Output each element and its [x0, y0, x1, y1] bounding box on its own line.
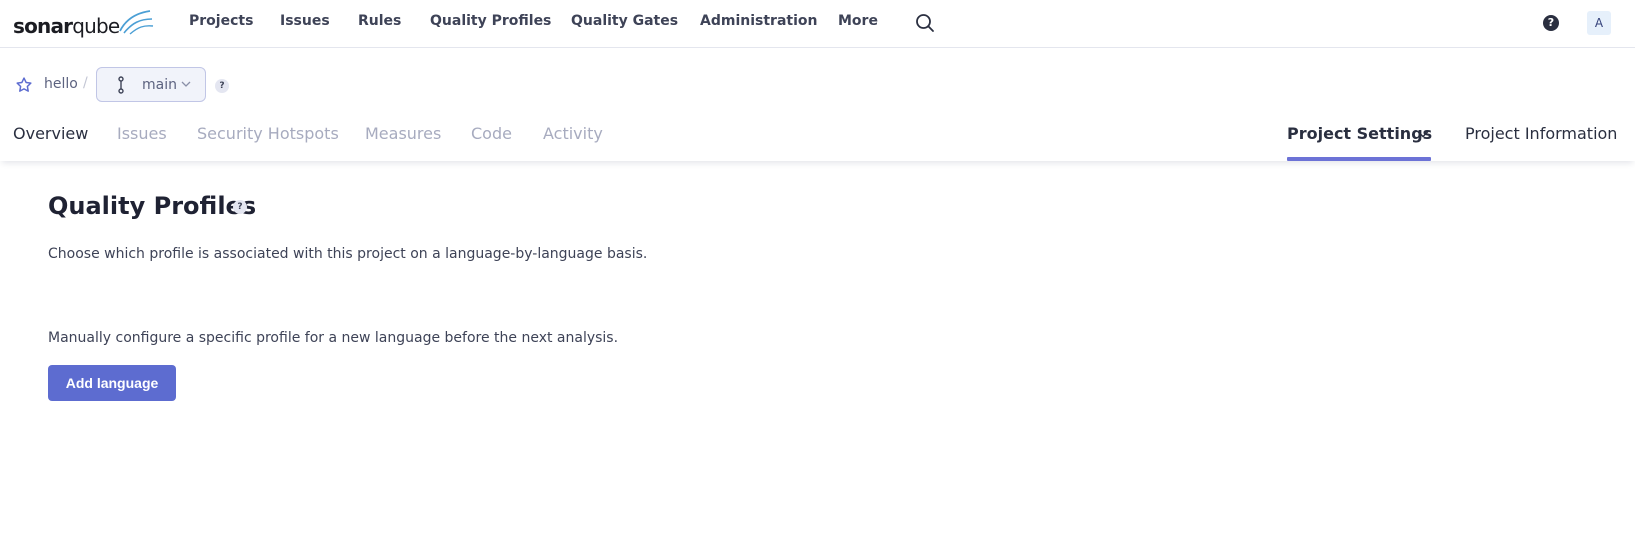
- nav-more[interactable]: More: [838, 13, 878, 29]
- branch-icon: [118, 76, 124, 94]
- tab-issues[interactable]: Issues: [117, 124, 167, 143]
- tab-code[interactable]: Code: [471, 124, 512, 143]
- page-description: Choose which profile is associated with …: [48, 246, 648, 262]
- add-language-button[interactable]: Add language: [48, 365, 176, 401]
- logo-waves-icon: [119, 10, 154, 35]
- help-icon[interactable]: ?: [1543, 15, 1559, 31]
- project-header: hello / main ? Overview Issues Security …: [0, 48, 1635, 161]
- tab-measures[interactable]: Measures: [365, 124, 441, 143]
- branch-name: main: [142, 77, 177, 93]
- global-navbar: sonarqube Projects Issues Rules Quality …: [0, 0, 1635, 48]
- chevron-down-icon: [1417, 131, 1429, 138]
- breadcrumb-separator: /: [83, 75, 88, 91]
- tab-activity[interactable]: Activity: [543, 124, 603, 143]
- title-help-icon[interactable]: ?: [233, 200, 247, 214]
- page-title: Quality Profiles: [48, 192, 257, 220]
- tab-security-hotspots[interactable]: Security Hotspots: [197, 124, 339, 143]
- nav-projects[interactable]: Projects: [189, 13, 253, 29]
- nav-rules[interactable]: Rules: [358, 13, 401, 29]
- branch-help-icon[interactable]: ?: [215, 79, 229, 93]
- active-tab-indicator: [1287, 157, 1431, 161]
- user-avatar[interactable]: A: [1587, 11, 1611, 35]
- breadcrumb-project[interactable]: hello: [44, 76, 78, 92]
- nav-quality-profiles[interactable]: Quality Profiles: [430, 13, 551, 29]
- sonarqube-logo[interactable]: sonarqube: [13, 5, 154, 38]
- search-icon[interactable]: [915, 13, 935, 33]
- tab-project-settings[interactable]: Project Settings: [1287, 124, 1432, 143]
- logo-wordmark: sonarqube: [13, 14, 120, 38]
- tab-project-information[interactable]: Project Information: [1465, 124, 1617, 143]
- nav-issues[interactable]: Issues: [280, 13, 330, 29]
- manual-config-note: Manually configure a specific profile fo…: [48, 330, 619, 346]
- favorite-star-icon[interactable]: [15, 76, 33, 94]
- tab-overview[interactable]: Overview: [13, 124, 88, 143]
- branch-selector[interactable]: main: [96, 67, 206, 102]
- nav-administration[interactable]: Administration: [700, 13, 817, 29]
- nav-quality-gates[interactable]: Quality Gates: [571, 13, 678, 29]
- chevron-down-icon: [181, 81, 191, 87]
